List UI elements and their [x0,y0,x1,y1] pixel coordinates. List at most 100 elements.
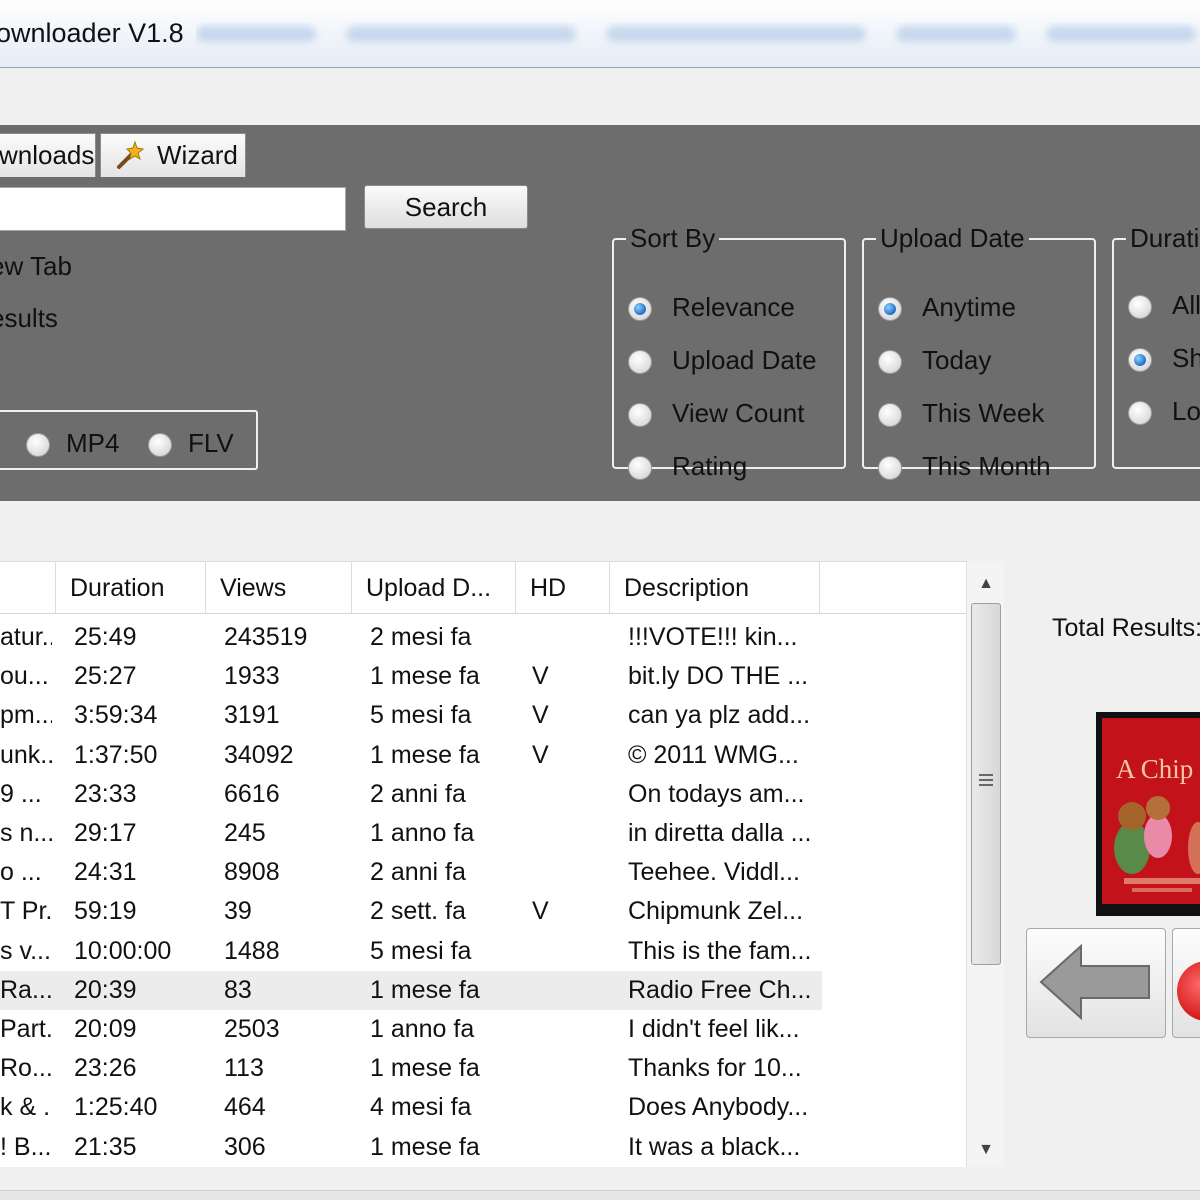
radio-button[interactable] [628,297,652,322]
column-header-hd[interactable]: HD [516,562,610,614]
table-row[interactable]: T Pr... 59:19 39 2 sett. fa V Chipmunk Zel... [0,892,822,931]
scroll-thumb[interactable] [971,603,1001,965]
cell-title: Ro... [0,1054,52,1083]
date-option-today[interactable]: Today [878,345,991,376]
cell-views: 6616 [224,779,280,808]
sort-option-view-count[interactable]: View Count [628,398,805,429]
cell-upload-date: 1 mese fa [370,740,480,769]
table-row[interactable]: s n... 29:17 245 1 anno fa in diretta dalla … [0,814,822,853]
cell-description: bit.ly DO THE ... [628,662,809,691]
cell-description: On todays am... [628,779,805,808]
column-header-views[interactable]: Views [206,562,352,614]
window-title: ownloader V1.8 [0,18,184,48]
cell-description: Chipmunk Zel... [628,897,804,926]
cell-hd [532,1010,608,1049]
column-header-title[interactable] [0,562,56,614]
cell-views: 245 [224,819,266,847]
table-row[interactable]: s v... 10:00:00 1488 5 mesi fa This is the f… [0,932,822,971]
video-thumbnail[interactable]: A Chip [1096,712,1200,916]
radio-button[interactable] [1128,295,1152,320]
format-option-mp4[interactable]: MP4 [26,428,119,459]
format-option-flv[interactable]: FLV [148,428,234,459]
cell-duration: 25:49 [74,623,137,651]
new-tab-checkbox-label[interactable]: ew Tab [0,251,72,282]
search-panel: Search ew Tab esults MP4 FLV Sort By Rel… [0,177,1200,501]
previous-page-button[interactable] [1026,928,1166,1038]
cell-description: in diretta dalla ... [628,819,812,847]
cell-title: k & ... [0,1093,52,1122]
cell-duration: 29:17 [74,819,137,847]
radio-button[interactable] [878,403,902,428]
sort-option-upload-date[interactable]: Upload Date [628,345,817,376]
cell-upload-date: 1 mese fa [370,1054,480,1083]
cell-upload-date: 2 anni fa [370,779,466,808]
radio-button[interactable] [1128,348,1152,373]
radio-button[interactable] [878,297,902,322]
date-option-this-week[interactable]: This Week [878,398,1044,429]
table-row[interactable]: k & ... 1:25:40 464 4 mesi fa Does Anybody..… [0,1088,822,1127]
cell-duration: 23:26 [74,1054,137,1083]
tab-downloads[interactable]: wnloads [0,133,96,177]
date-option-this-month[interactable]: This Month [878,451,1051,482]
table-row[interactable]: ! B... 21:35 306 1 mese fa It was a black... [0,1128,822,1167]
results-list[interactable]: Duration Views Upload D... HD Descriptio… [0,561,966,1167]
column-header-description[interactable]: Description [610,562,820,614]
duration-legend: Duratio [1130,223,1200,253]
total-results-label: Total Results: [1052,614,1200,642]
table-row[interactable]: atur... 25:49 243519 2 mesi fa !!!VOTE!!! ki… [0,618,822,657]
column-header-upload-date[interactable]: Upload D... [352,562,516,614]
sort-option-rating[interactable]: Rating [628,451,747,482]
date-option-anytime[interactable]: Anytime [878,292,1016,323]
radio-button[interactable] [1128,401,1152,426]
scroll-down-arrow-icon[interactable]: ▼ [967,1135,1005,1165]
radio-button[interactable] [628,456,652,481]
vertical-scrollbar[interactable]: ▲ ▼ [966,561,1004,1167]
duration-option-short[interactable]: Sh [1128,343,1200,374]
cell-hd: V [532,662,549,691]
tab-wizard[interactable]: Wizard [100,133,246,177]
radio-button[interactable] [628,403,652,428]
cell-duration: 20:09 [74,1015,137,1043]
duration-option-all[interactable]: All [1128,290,1200,321]
cell-upload-date: 2 anni fa [370,858,466,887]
table-row[interactable]: Part... 20:09 2503 1 anno fa I didn't feel l… [0,1010,822,1049]
cell-views: 113 [224,1054,264,1083]
table-row[interactable]: pm... 3:59:34 3191 5 mesi fa Vcan ya plz add… [0,696,822,735]
table-row[interactable]: o ... 24:31 8908 2 anni fa Teehee. Viddl... [0,853,822,892]
tab-downloads-label: wnloads [0,140,95,170]
next-page-button[interactable] [1172,928,1200,1038]
cell-hd [532,814,608,853]
table-row[interactable]: Ra... 20:39 83 1 mese fa Radio Free Ch... [0,970,822,1010]
table-row[interactable]: 9 ... 23:33 6616 2 anni fa On todays am... [0,775,822,814]
column-header-duration[interactable]: Duration [56,562,206,614]
cell-duration: 24:31 [74,858,137,887]
radio-button[interactable] [26,433,50,458]
table-row[interactable]: Ro... 23:26 113 1 mese fa Thanks for 10... [0,1049,822,1088]
radio-button[interactable] [878,350,902,375]
upload-date-legend: Upload Date [880,223,1025,253]
search-input[interactable] [0,187,346,231]
cell-hd [532,853,608,892]
cell-title: o ... [0,858,42,887]
cell-upload-date: 2 mesi fa [370,623,472,651]
duration-group: Duratio All Sh Lo [1112,223,1200,469]
search-button[interactable]: Search [364,185,528,229]
radio-button[interactable] [148,433,172,458]
radio-button[interactable] [628,350,652,375]
radio-button[interactable] [878,456,902,481]
scroll-up-arrow-icon[interactable]: ▲ [967,569,1005,599]
cell-views: 83 [224,975,252,1004]
cell-hd [532,1049,608,1088]
results-checkbox-label[interactable]: esults [0,303,58,334]
cell-upload-date: 1 mese fa [370,975,480,1004]
duration-option-long[interactable]: Lo [1128,396,1200,427]
cell-description: © 2011 WMG... [628,740,799,769]
cell-hd [532,775,608,814]
table-row[interactable]: ou... 25:27 1933 1 mese fa Vbit.ly DO THE ..… [0,657,822,696]
cell-hd [532,1088,608,1127]
sort-option-relevance[interactable]: Relevance [628,292,795,323]
table-row[interactable]: unk... 1:37:50 34092 1 mese fa V © 2011 WMG..… [0,736,822,775]
cell-upload-date: 1 anno fa [370,819,475,847]
title-bar: ownloader V1.8 [0,0,1200,68]
cell-duration: 10:00:00 [74,936,172,965]
